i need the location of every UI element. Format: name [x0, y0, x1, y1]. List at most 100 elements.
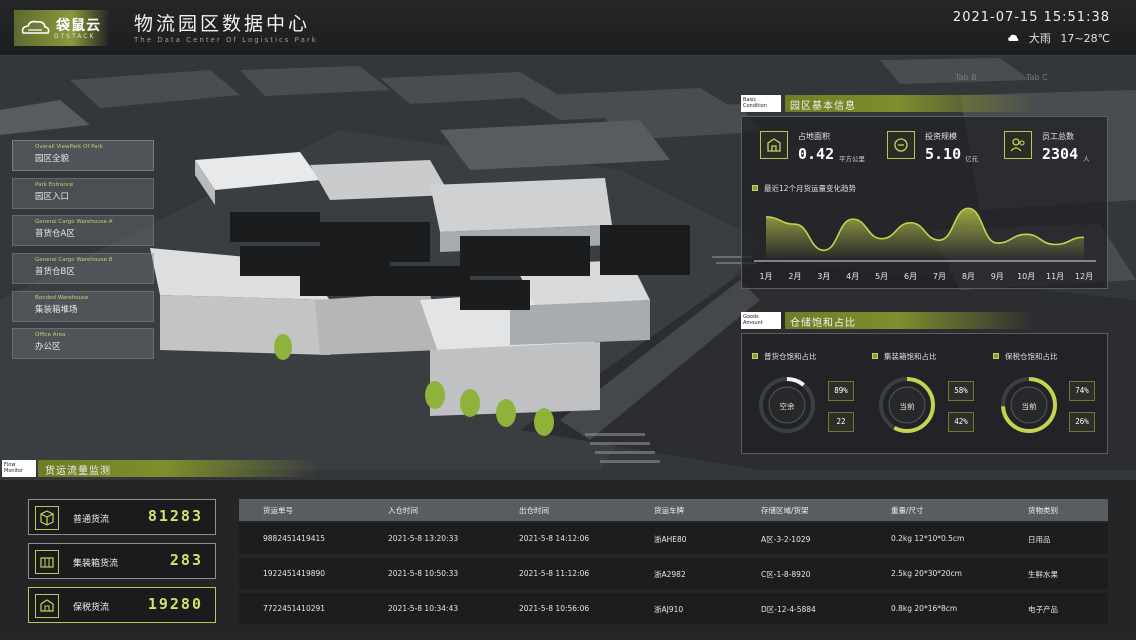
flow-value: 283	[169, 551, 203, 569]
stat-unit: 亿元	[965, 155, 978, 163]
x-tick-label: 2月	[788, 272, 801, 281]
table-row[interactable]: 1922451419890 2021-5-8 10:50:33 2021-5-8…	[239, 558, 1108, 589]
flow-value: 19280	[147, 595, 203, 613]
nav-en-label: General Cargo Warehouse B	[35, 257, 113, 263]
table-cell: 电子产品	[1028, 605, 1058, 614]
stat-label: 员工总数	[1042, 132, 1074, 141]
column-header: 存储区域/货架	[761, 506, 809, 515]
stat-label: 占地面积	[798, 132, 830, 141]
coin-icon	[887, 131, 915, 159]
table-cell: A区-3-2-1029	[761, 535, 811, 544]
x-tick-label: 1月	[759, 272, 772, 281]
nav-warehouse-a[interactable]: General Cargo Warehouse A 普货仓A区	[12, 215, 154, 246]
gauge-value-box: 26%	[1069, 412, 1095, 432]
nav-cn-label: 园区入口	[35, 192, 70, 202]
container-icon	[35, 550, 59, 574]
flow-card-container[interactable]: 集装箱货流 283	[28, 543, 216, 579]
top-header: 袋鼠云 DTSTACK 物流园区数据中心 The Data Center Of …	[0, 0, 1136, 56]
scene-tab-c: Tab C	[1025, 73, 1048, 82]
weather-text: 大雨	[1028, 32, 1051, 45]
table-cell: 2.5kg 20*30*20cm	[891, 569, 962, 578]
weather-info: 大雨 17~28℃	[1007, 30, 1110, 46]
nav-en-label: Overall ViewPark Of Park	[35, 144, 103, 150]
bonded-icon	[35, 594, 59, 618]
nav-en-label: Park Entrance	[35, 182, 74, 188]
table-cell: 2021-5-8 10:56:06	[519, 604, 590, 613]
x-tick-label: 11月	[1046, 272, 1064, 281]
flow-label: 保税货流	[73, 603, 110, 613]
nav-en-label: General Cargo Warehouse A	[35, 219, 113, 225]
building-icon	[760, 131, 788, 159]
flow-section-title: Flow Monitor 货运流量监测	[0, 460, 320, 477]
nav-park-entrance[interactable]: Park Entrance 园区入口	[12, 178, 154, 209]
section-tag: Basic Condition	[741, 95, 781, 112]
table-cell: 9882451419415	[263, 534, 326, 543]
section-tag: Goods Amount	[741, 312, 781, 329]
table-cell: 日用品	[1028, 535, 1051, 544]
nav-en-label: Office Area	[35, 332, 66, 338]
trend-chart-title: 最近12个月货运量变化趋势	[764, 184, 857, 193]
gauge-center-text: 当前	[1021, 402, 1037, 411]
gauge-value-box: 58%	[948, 381, 974, 401]
table-cell: C区-1-8-8920	[761, 570, 811, 579]
temperature-range: 17~28℃	[1060, 32, 1110, 45]
gauge-label: 保税仓饱和占比	[1005, 352, 1058, 361]
brand-logo[interactable]: 袋鼠云 DTSTACK	[14, 10, 110, 46]
stat-value: 0.42	[798, 145, 835, 163]
warehouse-section-title: Goods Amount 仓储饱和占比	[741, 312, 1041, 329]
table-cell: D区-12-4-5884	[761, 605, 816, 614]
scene-tab-b: Tab B	[954, 73, 977, 82]
x-tick-label: 10月	[1017, 272, 1035, 281]
cube-icon	[35, 506, 59, 530]
bullet-square	[752, 353, 758, 359]
flow-card-general[interactable]: 普通货流 81283	[28, 499, 216, 535]
x-tick-label: 6月	[904, 272, 917, 281]
nav-bonded-warehouse[interactable]: Bonded Warehouse 集装箱堆场	[12, 291, 154, 322]
x-tick-label: 5月	[875, 272, 888, 281]
flow-label: 集装箱货流	[73, 559, 119, 569]
nav-overall-view[interactable]: Overall ViewPark Of Park 园区全貌	[12, 140, 154, 171]
bullet-square	[993, 353, 999, 359]
column-header: 货运单号	[263, 506, 293, 515]
nav-cn-label: 普货仓A区	[35, 229, 75, 239]
table-cell: 0.2kg 12*10*0.5cm	[891, 534, 965, 543]
gauge-label: 普货仓饱和占比	[764, 352, 817, 361]
table-row[interactable]: 9882451419415 2021-5-8 13:20:33 2021-5-8…	[239, 523, 1108, 554]
gauge-value-box: 89%	[828, 381, 854, 401]
nav-cn-label: 集装箱堆场	[35, 305, 78, 315]
gauge-value-box: 22	[828, 412, 854, 432]
x-tick-label: 12月	[1075, 272, 1093, 281]
gauge-label: 集装箱饱和占比	[884, 352, 937, 361]
trend-area-chart[interactable]: 1月 2月 3月 4月 5月 6月 7月 8月 9月 10月 11月 12月	[750, 197, 1100, 285]
column-header: 货物类别	[1028, 506, 1058, 515]
flow-card-bonded[interactable]: 保税货流 19280	[28, 587, 216, 623]
stat-value: 2304	[1042, 145, 1079, 163]
logo-name: 袋鼠云	[56, 18, 101, 34]
gauge-center-text: 空余	[779, 402, 795, 411]
x-tick-label: 4月	[846, 272, 859, 281]
x-tick-label: 3月	[817, 272, 830, 281]
stat-label: 投资规模	[925, 132, 957, 141]
current-datetime: 2021-07-15 15:51:38	[952, 10, 1110, 25]
x-tick-label: 9月	[991, 272, 1004, 281]
table-cell: 浙AJ910	[654, 605, 684, 614]
flow-label: 普通货流	[73, 515, 110, 525]
table-row[interactable]: 7722451410291 2021-5-8 10:34:43 2021-5-8…	[239, 593, 1108, 624]
nav-warehouse-b[interactable]: General Cargo Warehouse B 普货仓B区	[12, 253, 154, 284]
cloud-logo-icon	[21, 20, 50, 34]
table-cell: 浙AHE80	[654, 535, 687, 544]
section-name: 货运流量监测	[45, 466, 111, 477]
table-cell: 7722451410291	[263, 604, 326, 613]
column-header: 重量/尺寸	[891, 506, 924, 515]
stat-unit: 平方公里	[839, 155, 865, 163]
section-name: 仓储饱和占比	[790, 318, 856, 329]
basic-info-panel: 占地面积 0.42 平方公里 投资规模 5.10 亿元 员工总数 2304 人 …	[741, 116, 1108, 289]
table-cell: 0.8kg 20*16*8cm	[891, 604, 958, 613]
table-cell: 2021-5-8 10:34:43	[388, 604, 459, 613]
bullet-square	[872, 353, 878, 359]
section-name: 园区基本信息	[790, 101, 856, 112]
x-tick-label: 7月	[933, 272, 946, 281]
table-cell: 2021-5-8 10:50:33	[388, 569, 459, 578]
nav-office-area[interactable]: Office Area 办公区	[12, 328, 154, 359]
table-cell: 2021-5-8 11:12:06	[519, 569, 590, 578]
